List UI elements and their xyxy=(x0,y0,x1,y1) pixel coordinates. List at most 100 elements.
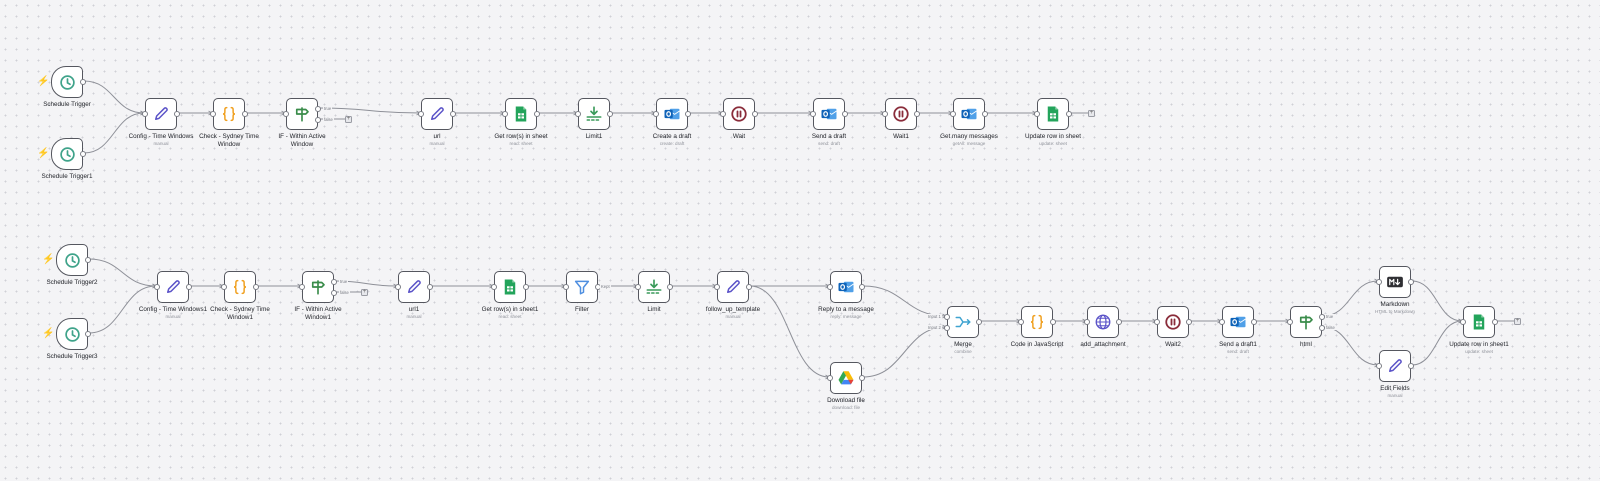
output-port[interactable] xyxy=(315,106,321,112)
node-wait[interactable] xyxy=(720,98,758,130)
node-ef[interactable] xyxy=(1376,350,1414,382)
input-port[interactable] xyxy=(944,314,950,320)
input-port[interactable] xyxy=(653,111,659,117)
node-fut[interactable] xyxy=(714,271,752,303)
input-port[interactable] xyxy=(827,375,833,381)
node-flt[interactable] xyxy=(563,271,601,303)
output-port[interactable] xyxy=(667,284,673,290)
output-port[interactable] xyxy=(523,284,529,290)
input-port[interactable] xyxy=(827,284,833,290)
output-port[interactable] xyxy=(1186,319,1192,325)
output-port[interactable] xyxy=(242,111,248,117)
output-port[interactable] xyxy=(752,111,758,117)
output-port[interactable] xyxy=(842,111,848,117)
input-port[interactable] xyxy=(1034,111,1040,117)
node-mrg[interactable] xyxy=(944,306,982,338)
output-port[interactable] xyxy=(85,331,91,337)
input-port[interactable] xyxy=(1460,319,1466,325)
node-att[interactable] xyxy=(1084,306,1122,338)
input-port[interactable] xyxy=(142,111,148,117)
input-port[interactable] xyxy=(950,111,956,117)
add-node-button[interactable]: + xyxy=(361,288,368,296)
output-port[interactable] xyxy=(982,111,988,117)
input-port[interactable] xyxy=(1287,319,1293,325)
output-port[interactable] xyxy=(450,111,456,117)
node-st3[interactable]: ⚡ xyxy=(42,318,91,350)
output-port[interactable] xyxy=(315,117,321,123)
output-port[interactable] xyxy=(253,284,259,290)
input-port[interactable] xyxy=(635,284,641,290)
output-port[interactable] xyxy=(1116,319,1122,325)
node-lim[interactable] xyxy=(635,271,673,303)
input-port[interactable] xyxy=(944,325,950,331)
input-port[interactable] xyxy=(720,111,726,117)
output-port[interactable] xyxy=(174,111,180,117)
node-st1[interactable]: ⚡ xyxy=(37,138,86,170)
input-port[interactable] xyxy=(714,284,720,290)
node-if1[interactable] xyxy=(299,271,337,303)
output-port[interactable] xyxy=(685,111,691,117)
input-port[interactable] xyxy=(154,284,160,290)
connection-if-url[interactable] xyxy=(318,107,421,114)
output-port[interactable] xyxy=(914,111,920,117)
node-wait2[interactable] xyxy=(1154,306,1192,338)
output-port[interactable] xyxy=(331,290,337,296)
input-port[interactable] xyxy=(299,284,305,290)
input-port[interactable] xyxy=(1376,363,1382,369)
node-if[interactable] xyxy=(283,98,321,130)
input-port[interactable] xyxy=(1084,319,1090,325)
output-port[interactable] xyxy=(534,111,540,117)
node-grs1[interactable] xyxy=(491,271,529,303)
connection-fut-dlf[interactable] xyxy=(749,285,830,378)
input-port[interactable] xyxy=(563,284,569,290)
input-port[interactable] xyxy=(418,111,424,117)
output-port[interactable] xyxy=(1251,319,1257,325)
output-port[interactable] xyxy=(859,375,865,381)
output-port[interactable] xyxy=(1408,363,1414,369)
output-port[interactable] xyxy=(427,284,433,290)
output-port[interactable] xyxy=(1408,279,1414,285)
node-html[interactable] xyxy=(1287,306,1325,338)
output-port[interactable] xyxy=(80,79,86,85)
node-url[interactable] xyxy=(418,98,456,130)
output-port[interactable] xyxy=(607,111,613,117)
input-port[interactable] xyxy=(491,284,497,290)
input-port[interactable] xyxy=(1376,279,1382,285)
output-port[interactable] xyxy=(331,279,337,285)
input-port[interactable] xyxy=(810,111,816,117)
add-node-button[interactable]: + xyxy=(345,115,352,123)
node-md[interactable] xyxy=(1376,266,1414,298)
input-port[interactable] xyxy=(221,284,227,290)
node-st2[interactable]: ⚡ xyxy=(42,244,91,276)
input-port[interactable] xyxy=(210,111,216,117)
node-cfg[interactable] xyxy=(142,98,180,130)
node-chk1[interactable] xyxy=(221,271,259,303)
input-port[interactable] xyxy=(1219,319,1225,325)
output-port[interactable] xyxy=(1066,111,1072,117)
node-cd[interactable] xyxy=(653,98,691,130)
output-port[interactable] xyxy=(976,319,982,325)
node-sd[interactable] xyxy=(810,98,848,130)
node-rtm[interactable] xyxy=(827,271,865,303)
output-port[interactable] xyxy=(859,284,865,290)
input-port[interactable] xyxy=(882,111,888,117)
node-wait1[interactable] xyxy=(882,98,920,130)
node-urs[interactable] xyxy=(1034,98,1072,130)
node-st[interactable]: ⚡ xyxy=(37,66,86,98)
node-dlf[interactable] xyxy=(827,362,865,394)
input-port[interactable] xyxy=(1154,319,1160,325)
output-port[interactable] xyxy=(85,257,91,263)
node-gmm[interactable] xyxy=(950,98,988,130)
node-url1[interactable] xyxy=(395,271,433,303)
output-port[interactable] xyxy=(80,151,86,157)
node-sd1[interactable] xyxy=(1219,306,1257,338)
input-port[interactable] xyxy=(395,284,401,290)
output-port[interactable] xyxy=(1050,319,1056,325)
input-port[interactable] xyxy=(1018,319,1024,325)
node-grs[interactable] xyxy=(502,98,540,130)
input-port[interactable] xyxy=(283,111,289,117)
node-cjs[interactable] xyxy=(1018,306,1056,338)
add-node-button[interactable]: + xyxy=(1514,317,1521,325)
node-chk[interactable] xyxy=(210,98,248,130)
node-cfg1[interactable] xyxy=(154,271,192,303)
